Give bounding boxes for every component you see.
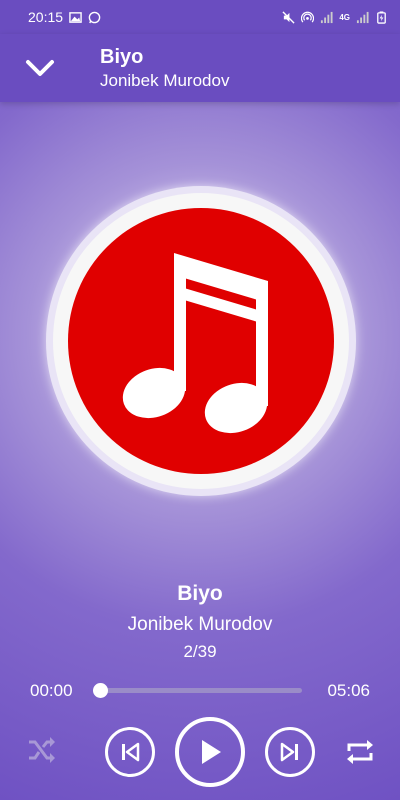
skip-previous-icon — [122, 742, 140, 762]
collapse-button[interactable] — [0, 34, 80, 102]
next-button[interactable] — [265, 727, 315, 777]
whatsapp-notification-icon — [88, 11, 101, 23]
play-icon — [202, 740, 221, 764]
play-button[interactable] — [175, 717, 245, 787]
app-bar: Biyo Jonibek Murodov — [0, 34, 400, 102]
signal-icon-2 — [356, 11, 369, 23]
network-type: 4G — [339, 12, 350, 22]
status-time: 20:15 — [28, 9, 64, 25]
previous-button[interactable] — [105, 727, 155, 777]
mute-icon — [282, 10, 295, 24]
status-bar: 20:15 4G — [0, 0, 400, 34]
track-position: 2/39 — [183, 642, 217, 661]
appbar-subtitle: Jonibek Murodov — [100, 71, 230, 90]
total-time: 05:06 — [327, 681, 370, 700]
chevron-down-icon — [26, 60, 54, 76]
track-artist: Jonibek Murodov — [127, 614, 273, 635]
seek-bar[interactable] — [93, 683, 302, 698]
current-time: 00:00 — [30, 681, 73, 700]
track-title: Biyo — [177, 582, 223, 605]
repeat-button[interactable] — [340, 732, 380, 772]
seek-thumb[interactable] — [93, 683, 108, 698]
hotspot-icon — [301, 11, 315, 23]
skip-next-icon — [280, 742, 298, 762]
album-art — [46, 186, 356, 496]
shuffle-button[interactable] — [22, 730, 62, 770]
image-notification-icon — [69, 11, 82, 23]
battery-charging-icon — [377, 10, 386, 24]
repeat-icon — [347, 740, 373, 764]
music-note-icon — [122, 253, 268, 434]
signal-icon — [321, 11, 333, 23]
appbar-title: Biyo — [100, 46, 144, 68]
shuffle-icon — [29, 737, 55, 763]
